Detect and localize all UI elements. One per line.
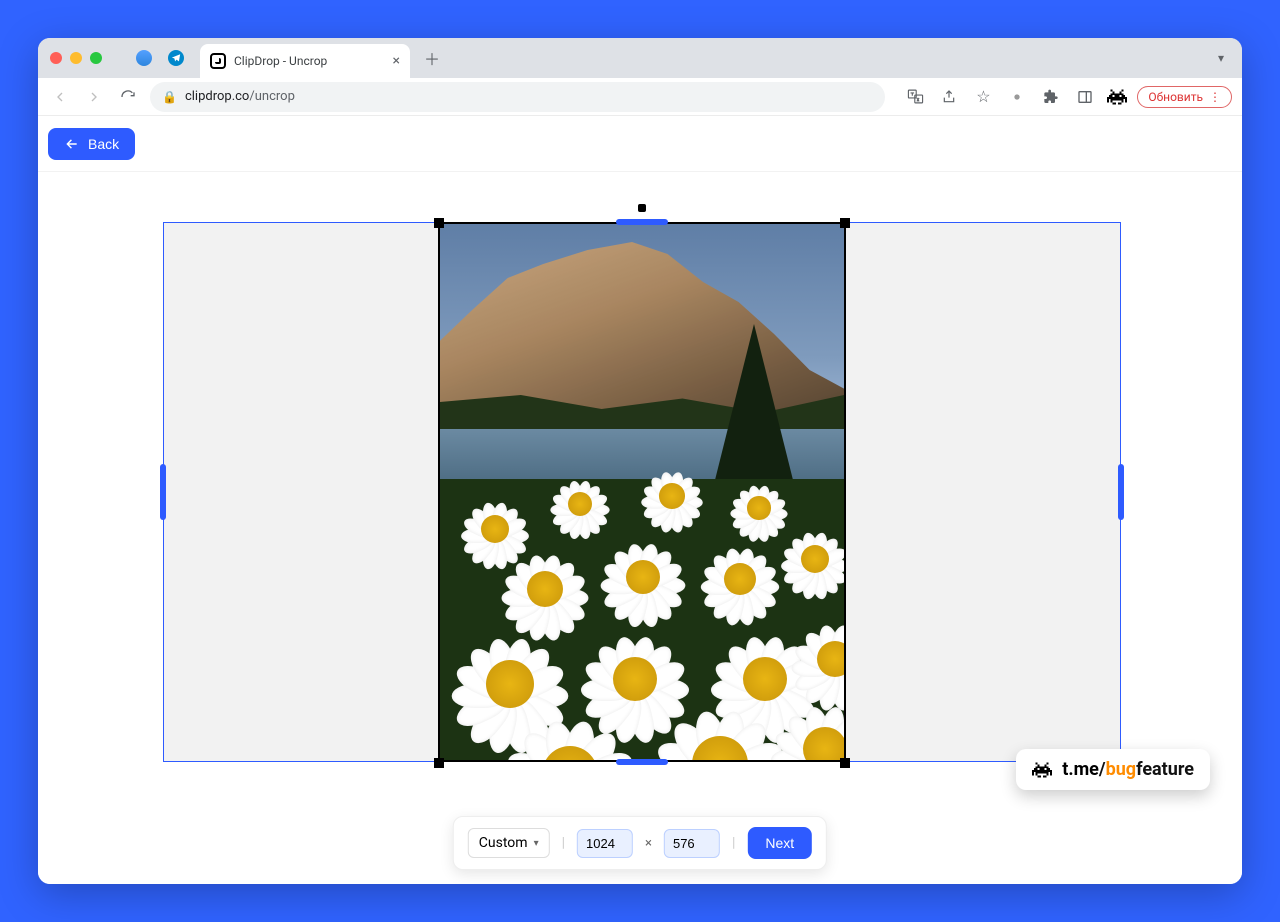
tab-title: ClipDrop - Uncrop xyxy=(234,54,327,68)
lock-icon: 🔒 xyxy=(162,90,177,104)
pinned-tab-2-telegram-icon[interactable] xyxy=(168,50,184,66)
extension-1-icon[interactable] xyxy=(1005,85,1029,109)
image-corner-tr[interactable] xyxy=(840,218,850,228)
extensions-area: ☆ Обновить ⋮ xyxy=(903,85,1232,109)
tab-strip: ClipDrop - Uncrop × ＋ ▾ xyxy=(38,38,1242,78)
close-tab-button[interactable]: × xyxy=(393,53,400,69)
wm-prefix: t.me xyxy=(1062,759,1099,780)
image-corner-bl[interactable] xyxy=(434,758,444,768)
image-edge-bottom[interactable] xyxy=(616,759,668,765)
browser-toolbar: 🔒 clipdrop.co/uncrop ☆ О xyxy=(38,78,1242,116)
reload-button[interactable] xyxy=(116,85,140,109)
chevron-down-icon: ▾ xyxy=(534,838,539,849)
separator: | xyxy=(562,835,565,851)
width-input[interactable] xyxy=(577,829,633,858)
page-content: Back xyxy=(38,116,1242,884)
pinned-tab-1[interactable] xyxy=(136,50,152,66)
resize-handle-right[interactable] xyxy=(1118,464,1124,520)
browser-window: ClipDrop - Uncrop × ＋ ▾ 🔒 clipdrop.co/un… xyxy=(38,38,1242,884)
height-input[interactable] xyxy=(664,829,720,858)
menu-dots-icon: ⋮ xyxy=(1209,90,1221,104)
nav-forward-button[interactable] xyxy=(82,85,106,109)
clipdrop-favicon-icon xyxy=(210,53,226,69)
window-controls xyxy=(50,52,102,64)
aspect-preset-select[interactable]: Custom ▾ xyxy=(468,828,550,858)
back-button[interactable]: Back xyxy=(48,128,135,160)
back-label: Back xyxy=(88,136,119,152)
update-button[interactable]: Обновить ⋮ xyxy=(1137,86,1232,108)
separator-2: | xyxy=(732,835,735,851)
arrow-left-icon xyxy=(64,137,80,151)
preset-label: Custom xyxy=(479,835,528,851)
tabs-menu-button[interactable]: ▾ xyxy=(1212,45,1230,71)
nav-back-button[interactable] xyxy=(48,85,72,109)
extensions-puzzle-icon[interactable] xyxy=(1039,85,1063,109)
wm-slash: / xyxy=(1099,759,1106,780)
share-icon[interactable] xyxy=(937,85,961,109)
minimize-window-button[interactable] xyxy=(70,52,82,64)
image-edge-top[interactable] xyxy=(616,219,668,225)
pinned-tabs xyxy=(128,50,192,66)
space-invader-icon xyxy=(1032,761,1052,779)
source-image[interactable] xyxy=(438,222,846,762)
translate-icon[interactable] xyxy=(903,85,927,109)
resize-handle-left[interactable] xyxy=(160,464,166,520)
panel-icon[interactable] xyxy=(1073,85,1097,109)
times-icon: × xyxy=(645,836,652,851)
url-path: /uncrop xyxy=(249,89,295,104)
bookmark-star-icon[interactable]: ☆ xyxy=(971,85,995,109)
image-corner-br[interactable] xyxy=(840,758,850,768)
app-header: Back xyxy=(38,116,1242,172)
close-window-button[interactable] xyxy=(50,52,62,64)
space-invader-extension-icon[interactable] xyxy=(1107,88,1127,106)
update-label: Обновить xyxy=(1148,90,1203,104)
next-button[interactable]: Next xyxy=(747,827,812,859)
active-tab[interactable]: ClipDrop - Uncrop × xyxy=(200,44,410,78)
new-tab-button[interactable]: ＋ xyxy=(418,44,446,72)
rotate-stem-icon[interactable] xyxy=(638,204,646,212)
watermark-badge[interactable]: t.me/bugfeature xyxy=(1016,749,1210,790)
wm-feature: feature xyxy=(1136,759,1194,780)
controls-bar: Custom ▾ | × | Next xyxy=(453,816,827,870)
maximize-window-button[interactable] xyxy=(90,52,102,64)
photo-content xyxy=(440,224,844,760)
image-corner-tl[interactable] xyxy=(434,218,444,228)
address-bar[interactable]: 🔒 clipdrop.co/uncrop xyxy=(150,82,885,112)
uncrop-canvas[interactable]: t.me/bugfeature xyxy=(38,172,1242,812)
url-host: clipdrop.co xyxy=(185,89,249,104)
wm-bug: bug xyxy=(1106,759,1137,780)
